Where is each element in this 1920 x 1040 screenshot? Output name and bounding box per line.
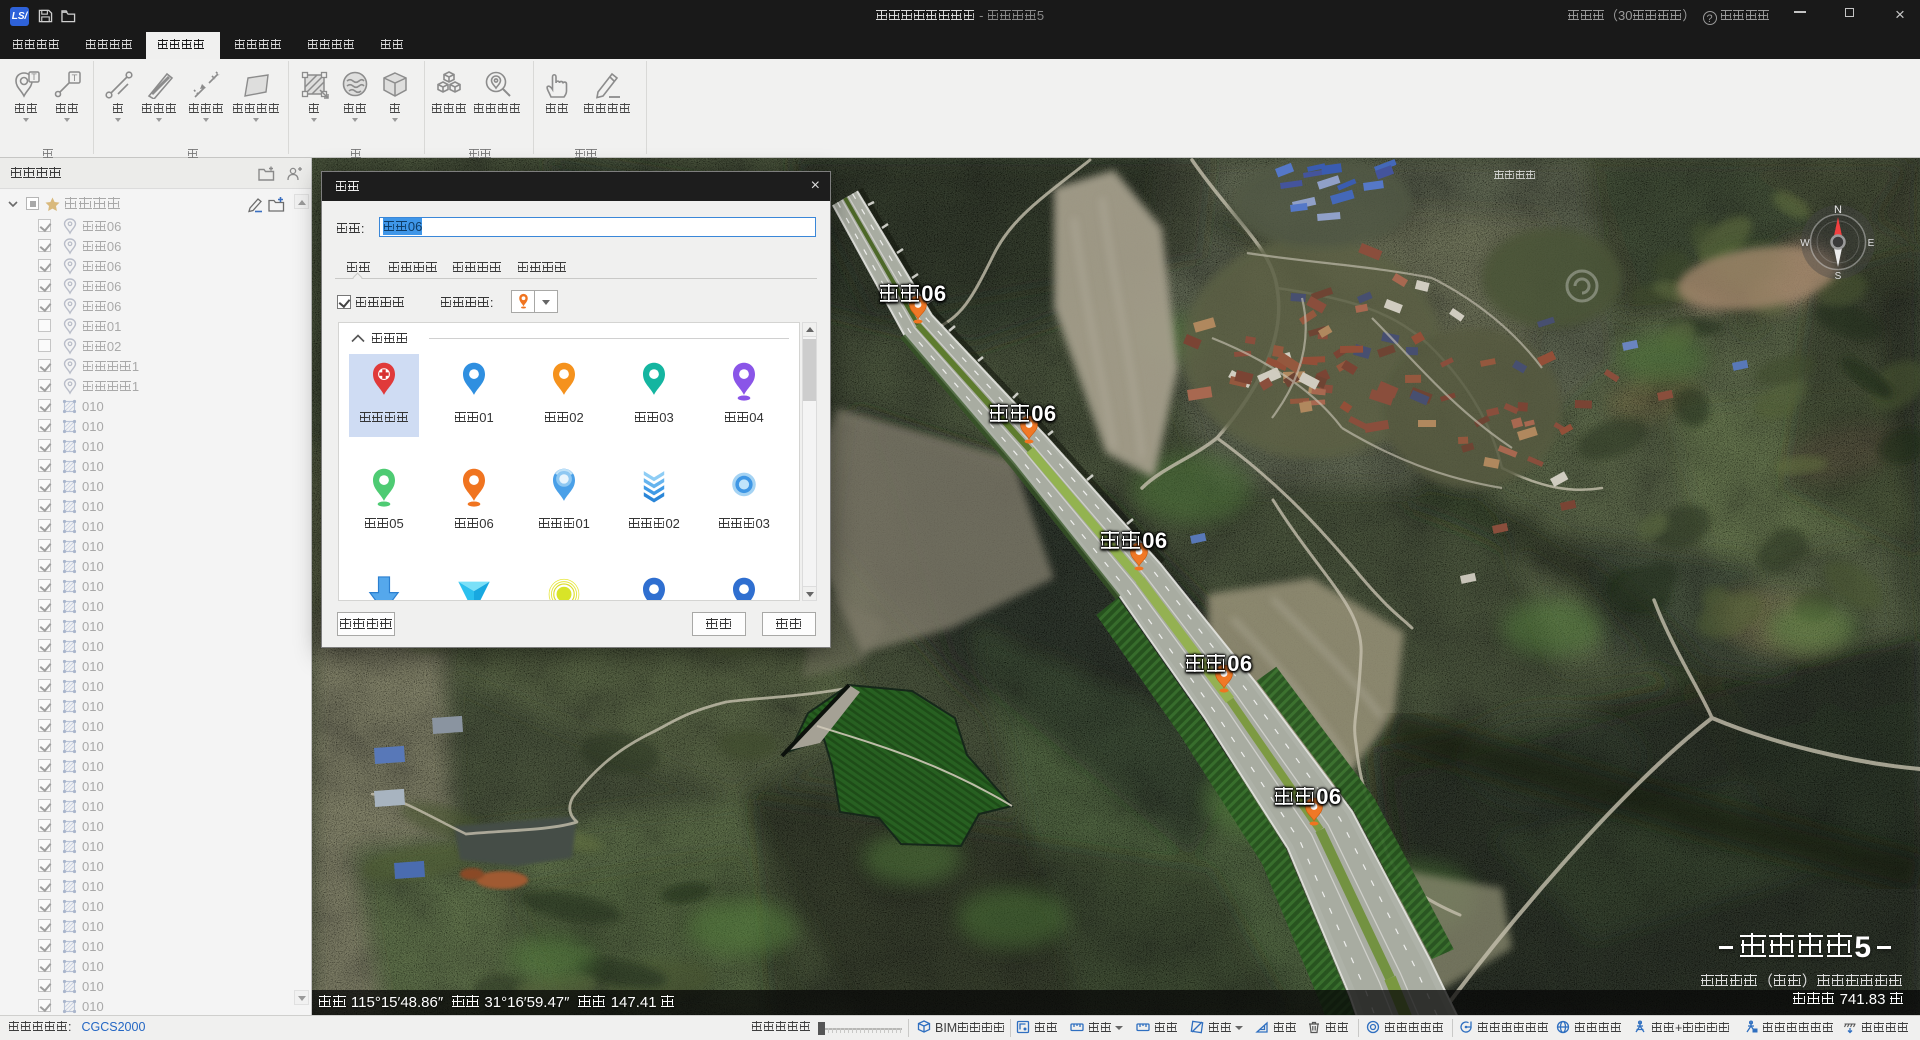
svg-text:T: T xyxy=(71,73,77,84)
svg-text:E: E xyxy=(1868,238,1875,249)
svg-text:N: N xyxy=(1834,204,1842,216)
svg-text:W: W xyxy=(1800,238,1810,249)
svg-text:S: S xyxy=(1835,271,1842,282)
svg-text:T: T xyxy=(31,72,37,82)
